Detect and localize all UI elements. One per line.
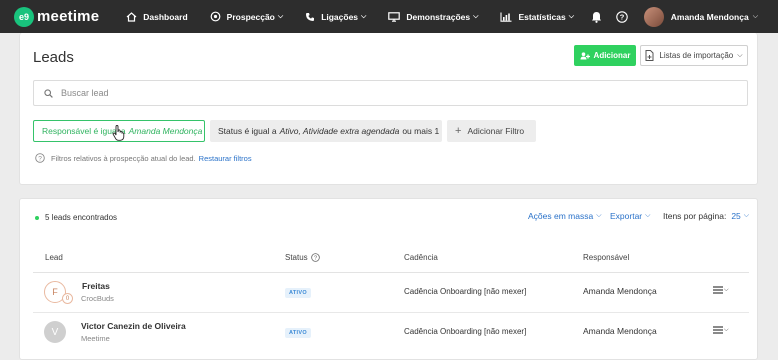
add-filter-label: Adicionar Filtro: [467, 126, 525, 136]
export-label: Exportar: [610, 211, 643, 221]
target-icon: [210, 11, 221, 22]
nav-label: Prospecção: [226, 11, 275, 22]
nav-item-demonstracoes[interactable]: Demonstrações ⌵: [388, 12, 478, 22]
top-right-area: ? Amanda Mendonça ⌵: [577, 0, 758, 33]
column-header-label: Status: [285, 253, 308, 262]
monitor-icon: [388, 11, 401, 22]
phone-icon: [305, 12, 315, 22]
main-nav: Dashboard Prospecção ⌵ Ligações ⌵ Demons…: [126, 11, 596, 22]
nav-label: Ligações: [321, 11, 359, 22]
filter-chip-suffix: ou mais 1: [402, 126, 440, 136]
search-box[interactable]: [33, 80, 748, 106]
svg-text:?: ?: [619, 12, 624, 21]
chart-icon: [500, 12, 512, 22]
leads-results-card: 5 leads encontrados Ações em massa ⌵ Exp…: [19, 198, 758, 360]
brand-badge: e9: [14, 6, 34, 27]
items-per-page: Itens por página: 25 ⌵: [663, 211, 749, 221]
chevron-down-icon: ⌵: [361, 12, 367, 20]
results-count-text: 5 leads encontrados: [45, 213, 118, 222]
status-badge: ATIVO: [285, 328, 311, 338]
add-user-icon: [580, 51, 590, 60]
leads-filter-card: Leads Adicionar Listas de importação ⌵ R…: [19, 33, 758, 185]
chevron-down-icon: ⌵: [724, 326, 729, 333]
search-icon: [44, 88, 53, 98]
home-icon: [126, 11, 137, 22]
add-lead-label: Adicionar: [593, 51, 631, 60]
menu-icon: [713, 286, 723, 294]
top-navbar: e9 meetime Dashboard Prospecção ⌵ Ligaçõ…: [0, 0, 778, 33]
owner-name: Amanda Mendonça: [583, 326, 657, 336]
lead-name[interactable]: Freitas: [82, 281, 110, 291]
owner-name: Amanda Mendonça: [583, 286, 657, 296]
filter-chip-status[interactable]: Status é igual a Ativo, Atividade extra a…: [210, 120, 442, 142]
avatar-badge: 0: [62, 293, 73, 304]
chevron-down-icon: ⌵: [724, 286, 729, 293]
bell-icon[interactable]: [591, 11, 602, 23]
per-page-select[interactable]: 25: [731, 211, 740, 221]
lead-name[interactable]: Victor Canezin de Oliveira: [81, 321, 186, 331]
user-avatar[interactable]: [643, 6, 664, 27]
import-lists-label: Listas de importação: [659, 51, 734, 60]
nav-label: Estatísticas: [518, 11, 566, 22]
filter-hint: ? Filtros relativos à prospecção atual d…: [35, 153, 252, 163]
status-badge: ATIVO: [285, 288, 311, 298]
filter-chip-value: Amanda Mendonça: [128, 126, 203, 136]
file-add-icon: [645, 50, 654, 61]
export-dropdown[interactable]: Exportar ⌵: [610, 211, 650, 221]
user-name[interactable]: Amanda Mendonça: [671, 12, 749, 22]
help-circle-icon: ?: [35, 153, 45, 163]
hint-text: Filtros relativos à prospecção atual do …: [51, 153, 196, 163]
nav-label: Dashboard: [143, 11, 188, 22]
filter-chip-value: Ativo, Atividade extra agendada: [279, 126, 400, 136]
help-circle-icon[interactable]: ?: [310, 253, 320, 262]
brand-logo[interactable]: e9 meetime: [14, 6, 100, 27]
page-title: Leads: [33, 49, 74, 66]
chevron-down-icon: ⌵: [473, 12, 479, 20]
nav-item-prospeccao[interactable]: Prospecção ⌵: [210, 11, 284, 22]
column-header-cadence[interactable]: Cadência: [404, 253, 438, 262]
nav-label: Demonstrações: [406, 11, 471, 22]
chevron-down-icon: ⌵: [568, 12, 575, 20]
lead-company: Meetime: [81, 334, 110, 343]
table-row[interactable]: F 0 Freitas CrocBuds ATIVO Cadência Onbo…: [33, 273, 749, 313]
cadence-name: Cadência Onboarding [não mexer]: [404, 287, 527, 296]
column-header-lead[interactable]: Lead: [45, 253, 63, 262]
cadence-name: Cadência Onboarding [não mexer]: [404, 327, 527, 336]
bulk-actions-label: Ações em massa: [528, 211, 594, 221]
per-page-label: Itens por página:: [663, 211, 727, 221]
filter-chip-label: Status é igual a: [218, 126, 277, 136]
plus-icon: +: [455, 125, 462, 137]
import-lists-button[interactable]: Listas de importação ⌵: [640, 45, 748, 66]
nav-item-ligacoes[interactable]: Ligações ⌵: [305, 12, 366, 22]
menu-icon: [713, 326, 723, 334]
search-input[interactable]: [61, 88, 661, 98]
results-count: 5 leads encontrados: [35, 213, 117, 222]
column-header-owner[interactable]: Responsável: [583, 253, 629, 262]
nav-item-estatisticas[interactable]: Estatísticas ⌵: [500, 12, 574, 22]
column-header-status[interactable]: Status ?: [285, 253, 320, 262]
table-row[interactable]: V Victor Canezin de Oliveira Meetime ATI…: [33, 313, 749, 353]
add-filter-button[interactable]: + Adicionar Filtro: [447, 120, 536, 142]
lead-company: CrocBuds: [81, 294, 114, 303]
row-menu-button[interactable]: ⌵: [713, 286, 729, 294]
add-lead-button[interactable]: Adicionar: [574, 45, 636, 66]
avatar: V: [44, 321, 66, 343]
svg-text:?: ?: [38, 155, 42, 162]
restore-filters-link[interactable]: Restaurar filtros: [199, 154, 252, 163]
status-dot: [35, 215, 39, 220]
chevron-down-icon[interactable]: ⌵: [753, 13, 758, 21]
hand-cursor-icon: [112, 125, 126, 146]
chevron-down-icon[interactable]: ⌵: [744, 212, 749, 220]
help-icon[interactable]: ?: [616, 10, 628, 23]
chevron-down-icon: ⌵: [596, 212, 602, 219]
brand-name: meetime: [37, 8, 100, 25]
chevron-down-icon: ⌵: [277, 12, 284, 20]
nav-item-dashboard[interactable]: Dashboard: [126, 11, 188, 22]
chevron-down-icon: ⌵: [737, 51, 743, 59]
row-menu-button[interactable]: ⌵: [713, 326, 729, 334]
chevron-down-icon: ⌵: [645, 212, 651, 219]
bulk-actions-dropdown[interactable]: Ações em massa ⌵: [528, 211, 602, 221]
